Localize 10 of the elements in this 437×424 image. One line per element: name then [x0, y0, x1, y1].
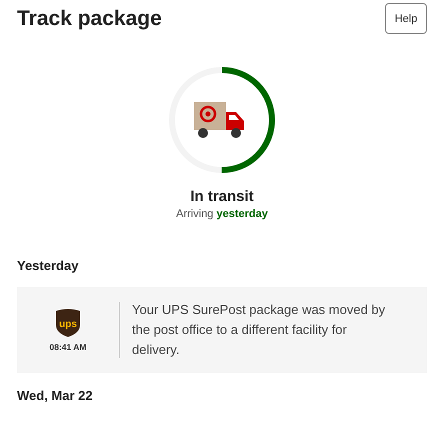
event-message: Your UPS SurePost package was moved by the post office to a different facility for delivery.: [132, 301, 386, 359]
delivery-truck-icon: [194, 102, 244, 138]
shipment-status: In transit: [190, 188, 254, 205]
date-heading: Yesterday: [17, 258, 80, 273]
carrier-logo-icon: ups: [55, 308, 81, 338]
help-button[interactable]: Help: [385, 3, 427, 34]
arrival-text: Arriving yesterday: [176, 208, 268, 220]
page-title: Track package: [17, 6, 162, 30]
event-time: 08:41 AM: [49, 342, 86, 352]
date-heading: Wed, Mar 22: [17, 388, 94, 403]
